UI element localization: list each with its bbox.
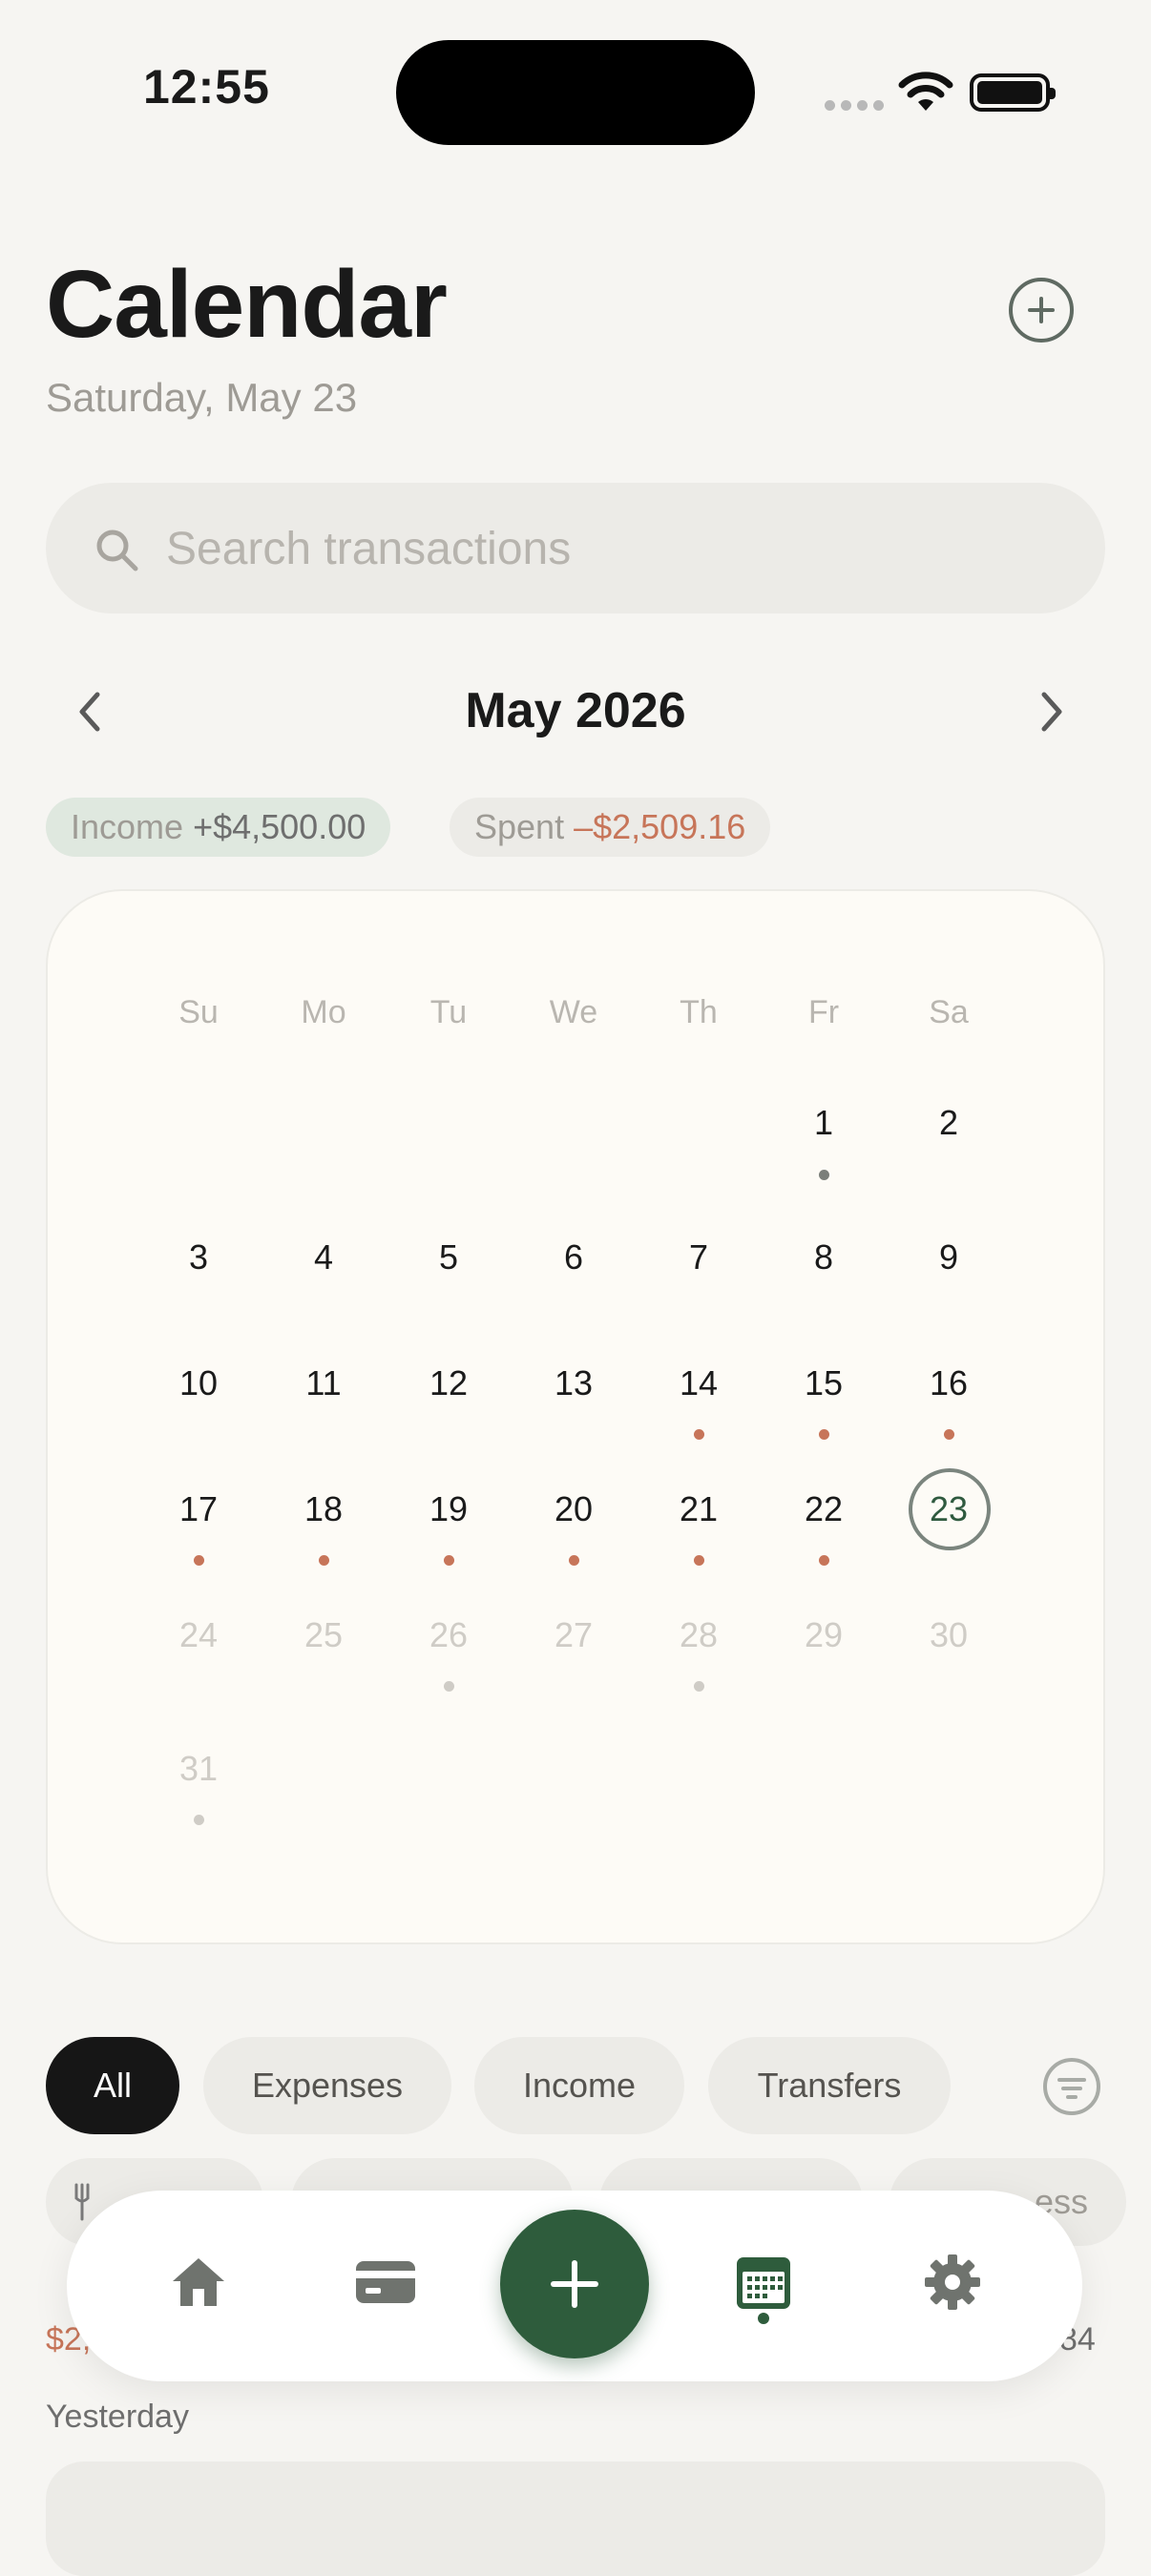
calendar-day[interactable]: 20 <box>526 1489 621 1529</box>
calendar-day[interactable]: 2 <box>901 1103 996 1143</box>
transaction-dot <box>819 1429 829 1440</box>
calendar-day[interactable]: 11 <box>276 1363 371 1403</box>
income-summary-badge: Income +$4,500.00 <box>46 798 391 857</box>
calendar-day[interactable]: 12 <box>401 1363 496 1403</box>
calendar-day[interactable]: 22 <box>776 1489 871 1529</box>
home-icon <box>173 2258 224 2306</box>
calendar-day[interactable]: 21 <box>651 1489 746 1529</box>
scheduled-dot <box>444 1681 454 1692</box>
weekday-friday: Fr <box>807 994 840 1030</box>
calendar-day[interactable]: 26 <box>401 1615 496 1655</box>
transaction-dot <box>944 1429 954 1440</box>
search-placeholder: Search transactions <box>166 524 572 574</box>
cards-tab[interactable] <box>347 2244 424 2320</box>
calendar-day[interactable]: 28 <box>651 1615 746 1655</box>
filter-chip-income[interactable]: Income <box>474 2037 684 2134</box>
calendar-day[interactable]: 29 <box>776 1615 871 1655</box>
weekday-thursday: Th <box>680 994 718 1030</box>
transaction-card[interactable] <box>46 2462 1105 2576</box>
calendar-day[interactable]: 25 <box>276 1615 371 1655</box>
calendar-day[interactable]: 13 <box>526 1363 621 1403</box>
filter-icon[interactable] <box>1043 2058 1100 2115</box>
calendar-day[interactable]: 7 <box>651 1237 746 1278</box>
transaction-dot <box>319 1555 329 1566</box>
scheduled-dot <box>694 1681 704 1692</box>
calendar-day[interactable]: 5 <box>401 1237 496 1278</box>
spent-summary-badge: Spent –$2,509.16 <box>450 798 771 857</box>
battery-icon <box>970 73 1056 112</box>
calendar-day[interactable]: 14 <box>651 1363 746 1403</box>
calendar-day[interactable]: 24 <box>151 1615 246 1655</box>
calendar-day[interactable]: 9 <box>901 1237 996 1278</box>
credit-card-icon <box>356 2261 415 2303</box>
calendar-day-today[interactable]: 23 <box>901 1489 996 1529</box>
calendar-day[interactable]: 3 <box>151 1237 246 1278</box>
calendar-day[interactable]: 18 <box>276 1489 371 1529</box>
calendar-day[interactable]: 6 <box>526 1237 621 1278</box>
income-value: +$4,500.00 <box>193 807 366 846</box>
calendar-day[interactable]: 30 <box>901 1615 996 1655</box>
transaction-dot <box>694 1555 704 1566</box>
dynamic-island <box>396 40 755 145</box>
calendar-day[interactable]: 31 <box>151 1749 246 1789</box>
scheduled-dot <box>194 1815 204 1825</box>
filter-chip-transfers[interactable]: Transfers <box>708 2037 951 2134</box>
calendar-tab[interactable] <box>725 2244 802 2320</box>
add-circle-button[interactable] <box>1009 278 1074 343</box>
search-icon <box>94 527 139 577</box>
filter-chip-all[interactable]: All <box>46 2037 179 2134</box>
calendar-day[interactable]: 19 <box>401 1489 496 1529</box>
calendar-day[interactable]: 17 <box>151 1489 246 1529</box>
transaction-dot <box>819 1170 829 1180</box>
section-header: Yesterday <box>46 2399 189 2435</box>
transaction-dot <box>194 1555 204 1566</box>
filter-chip-expenses[interactable]: Expenses <box>203 2037 451 2134</box>
active-tab-indicator <box>758 2313 769 2324</box>
chevron-right-icon[interactable] <box>1038 689 1065 739</box>
weekday-saturday: Sa <box>929 994 969 1030</box>
page-subtitle: Saturday, May 23 <box>46 375 358 420</box>
home-tab[interactable] <box>160 2244 237 2320</box>
calendar-day[interactable]: 27 <box>526 1615 621 1655</box>
add-transaction-button[interactable] <box>500 2210 649 2358</box>
gear-icon <box>925 2254 980 2310</box>
transaction-dot <box>444 1555 454 1566</box>
spent-value: –$2,509.16 <box>574 807 746 846</box>
transaction-dot <box>694 1429 704 1440</box>
weekday-wednesday: We <box>549 994 598 1030</box>
month-label: May 2026 <box>465 683 686 738</box>
calendar-day[interactable]: 1 <box>776 1103 871 1143</box>
settings-tab[interactable] <box>914 2244 991 2320</box>
weekday-monday: Mo <box>301 994 346 1030</box>
calendar-day[interactable]: 8 <box>776 1237 871 1278</box>
calendar-day[interactable]: 4 <box>276 1237 371 1278</box>
spent-label: Spent <box>474 807 565 846</box>
page-title: Calendar <box>46 251 448 358</box>
fork-knife-icon <box>74 2183 90 2221</box>
cellular-signal-icon <box>825 100 884 111</box>
wifi-icon <box>897 69 954 117</box>
transaction-dot <box>819 1555 829 1566</box>
weekday-sunday: Su <box>178 994 219 1030</box>
transaction-dot <box>569 1555 579 1566</box>
status-time: 12:55 <box>143 60 270 114</box>
income-label: Income <box>71 807 184 846</box>
calendar-icon <box>737 2257 790 2309</box>
calendar-day[interactable]: 10 <box>151 1363 246 1403</box>
calendar-day[interactable]: 15 <box>776 1363 871 1403</box>
calendar-day[interactable]: 16 <box>901 1363 996 1403</box>
weekday-tuesday: Tu <box>429 994 468 1030</box>
